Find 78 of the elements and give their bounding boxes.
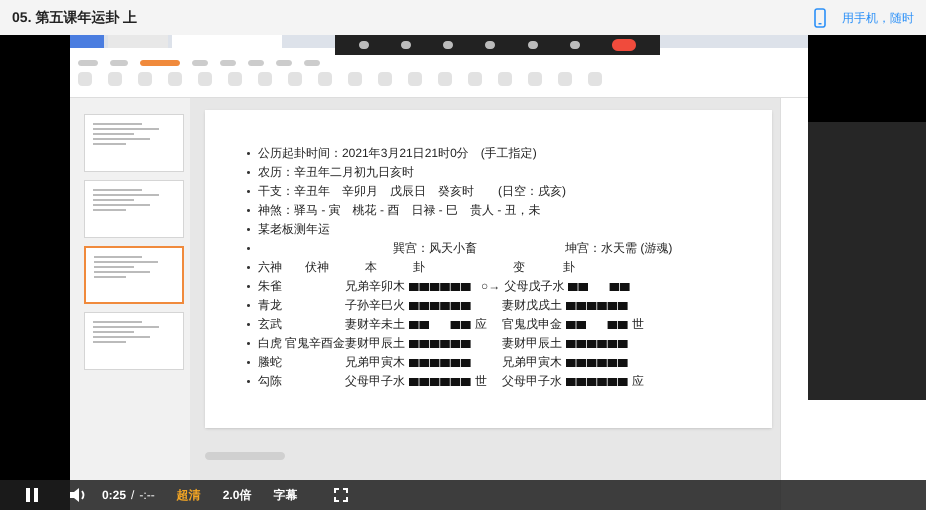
quality-button[interactable]: 超清	[176, 486, 201, 504]
line-label: 兄弟甲寅木	[345, 354, 405, 371]
line-label: 子孙辛巳火	[345, 297, 405, 314]
yang-line-icon	[409, 340, 471, 348]
subtitles-button[interactable]: 字幕	[273, 486, 298, 504]
six-spirit: 白虎	[258, 335, 283, 352]
position-mark: 世	[632, 316, 644, 333]
line-label: 兄弟辛卯木	[345, 278, 405, 295]
speed-button[interactable]: 2.0倍	[222, 486, 252, 504]
yang-line-icon	[566, 358, 628, 366]
line-label: 妻财辛未土	[345, 316, 405, 333]
time-separator: /	[131, 487, 134, 504]
slide-text: 干支：辛丑年 辛卯月 戊辰日 癸亥时 (日空：戌亥)	[258, 183, 566, 200]
line-label: 父母戊子水	[504, 278, 564, 295]
bullet-icon	[247, 342, 250, 345]
column-heading: 六神	[258, 259, 283, 276]
yin-line-icon	[409, 320, 471, 328]
lesson-title: 05. 第五课年运卦 上	[12, 8, 138, 27]
line-label: 父母甲子水	[345, 373, 405, 390]
line-label: 父母甲子水	[502, 373, 562, 390]
yang-line-icon	[566, 302, 628, 310]
line-label: 妻财甲辰土	[345, 335, 405, 352]
bullet-icon	[247, 171, 250, 174]
palace-text: 巽宫：风天小畜	[393, 240, 478, 257]
palace-text: 坤宫：水天需 (游魂)	[565, 240, 672, 257]
moving-line-marker: ○→	[481, 278, 500, 295]
bullet-icon	[247, 304, 250, 307]
slide-text: 某老板测年运	[258, 221, 330, 238]
current-time: 0:25	[102, 487, 126, 504]
column-heading: 本	[365, 259, 378, 276]
bullet-icon	[247, 285, 250, 288]
column-heading: 伏神	[305, 259, 330, 276]
position-mark: 应	[475, 316, 487, 333]
bullet-icon	[247, 209, 250, 212]
yang-line-icon	[409, 302, 471, 310]
position-mark: 世	[475, 373, 487, 390]
hidden-spirit: 官鬼辛酉金	[285, 335, 345, 352]
phone-icon	[814, 8, 826, 28]
slide-text: 神煞：驿马 - 寅 桃花 - 酉 日禄 - 巳 贵人 - 丑，未	[258, 202, 541, 219]
six-spirit: 玄武	[258, 316, 283, 333]
slide-thumbnail[interactable]	[84, 114, 184, 172]
fullscreen-button[interactable]	[333, 487, 350, 503]
bullet-icon	[247, 247, 250, 250]
duration: -:--	[139, 487, 155, 504]
column-heading: 变	[513, 259, 526, 276]
yang-line-icon	[566, 378, 628, 386]
position-mark: 应	[632, 373, 644, 390]
line-label: 妻财甲辰土	[502, 335, 562, 352]
pause-button[interactable]	[24, 487, 40, 503]
slide-thumbnail[interactable]	[84, 312, 184, 370]
bullet-icon	[247, 152, 250, 155]
bullet-icon	[247, 380, 250, 383]
yin-line-icon	[566, 320, 628, 328]
bullet-icon	[247, 266, 250, 269]
line-label: 兄弟甲寅木	[502, 354, 562, 371]
bullet-icon	[247, 323, 250, 326]
slide-text: 农历：辛丑年二月初九日亥时	[258, 164, 414, 181]
six-spirit: 螣蛇	[258, 354, 283, 371]
line-label: 妻财戊戌土	[502, 297, 562, 314]
yang-line-icon	[409, 282, 471, 290]
bullet-icon	[247, 228, 250, 231]
yang-line-icon	[409, 378, 471, 386]
line-label: 官鬼戊申金	[502, 316, 562, 333]
slide-text: 公历起卦时间：2021年3月21日21时0分 (手工指定)	[258, 145, 537, 162]
fullscreen-icon	[334, 488, 348, 502]
six-spirit: 青龙	[258, 297, 283, 314]
six-spirit: 朱雀	[258, 278, 283, 295]
bullet-icon	[247, 361, 250, 364]
yang-line-icon	[409, 358, 471, 366]
column-heading: 卦	[413, 259, 426, 276]
bullet-icon	[247, 190, 250, 193]
pause-icon	[26, 488, 38, 502]
slide-thumbnail[interactable]	[84, 180, 184, 238]
column-heading: 卦	[563, 259, 575, 276]
six-spirit: 勾陈	[258, 373, 283, 390]
yang-line-icon	[566, 340, 628, 348]
slide-thumbnail[interactable]	[84, 246, 184, 304]
yin-line-icon	[568, 282, 630, 290]
